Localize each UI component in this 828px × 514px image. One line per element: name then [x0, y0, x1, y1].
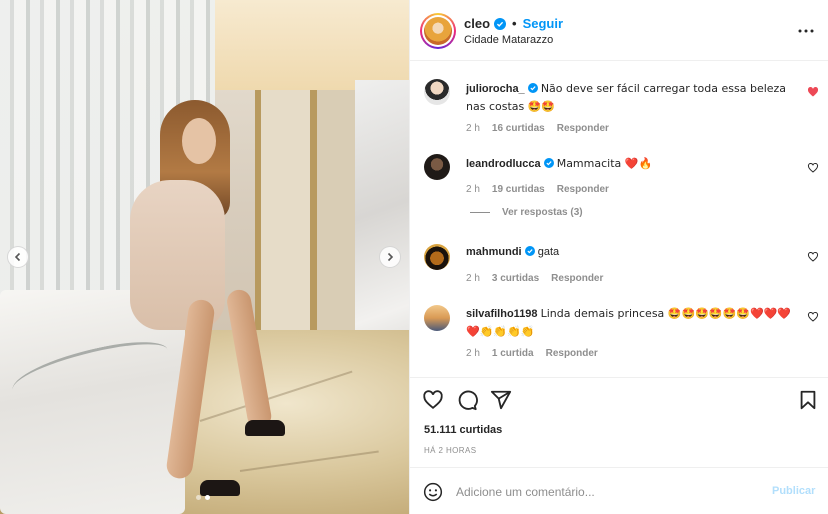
comments-list[interactable]: juliorocha_ Não deve ser fácil carregar … — [410, 62, 828, 377]
save-icon[interactable] — [797, 389, 819, 411]
view-replies-button[interactable]: Ver respostas (3) — [470, 207, 583, 218]
post-timestamp: HÁ 2 HORAS — [424, 446, 477, 455]
carousel-dot — [196, 495, 201, 500]
author-line: cleo • Seguir — [464, 16, 563, 31]
verified-badge-icon — [524, 246, 535, 256]
commenter-avatar[interactable] — [424, 244, 450, 270]
post-photo[interactable] — [0, 0, 409, 514]
comment-meta: 2 h 1 curtida Responder — [466, 348, 598, 359]
comment-text: silvafilho1198 Linda demais princesa 🤩🤩🤩… — [466, 305, 792, 341]
comment-username[interactable]: silvafilho1198 — [466, 308, 538, 320]
comment-age: 2 h — [466, 123, 480, 134]
comment-meta: 2 h 19 curtidas Responder — [466, 184, 609, 195]
comment-body: gata — [537, 246, 560, 258]
heart-icon[interactable] — [807, 86, 819, 98]
emoji-icon[interactable] — [423, 482, 443, 502]
post-actions: 51.111 curtidas HÁ 2 HORAS — [410, 377, 828, 467]
reply-button[interactable]: Responder — [546, 348, 598, 359]
comment-age: 2 h — [466, 348, 480, 359]
heart-icon[interactable] — [422, 389, 444, 411]
author-avatar[interactable] — [420, 13, 456, 49]
heart-icon[interactable] — [807, 251, 819, 263]
comment-icon[interactable] — [456, 389, 478, 411]
publish-button[interactable]: Publicar — [772, 485, 815, 497]
share-icon[interactable] — [490, 389, 512, 411]
likes-count[interactable]: 51.111 curtidas — [424, 424, 502, 436]
verified-badge-icon — [527, 83, 538, 93]
commenter-avatar[interactable] — [424, 305, 450, 331]
carousel-dot-active — [205, 495, 210, 500]
comment-text: juliorocha_ Não deve ser fácil carregar … — [466, 80, 792, 116]
comment-text: mahmundi gata — [466, 244, 792, 261]
comment-age: 2 h — [466, 273, 480, 284]
comment-username[interactable]: juliorocha_ — [466, 83, 525, 95]
carousel-prev-button[interactable] — [7, 246, 29, 268]
comment-likes[interactable]: 16 curtidas — [492, 123, 545, 134]
comment-likes[interactable]: 1 curtida — [492, 348, 534, 359]
commenter-avatar[interactable] — [424, 79, 450, 105]
carousel-dots — [196, 495, 210, 500]
commenter-avatar[interactable] — [424, 154, 450, 180]
verified-badge-icon — [494, 17, 507, 30]
comment-username[interactable]: leandrodlucca — [466, 158, 541, 170]
chevron-right-icon — [387, 252, 394, 262]
more-options-icon[interactable] — [797, 22, 815, 40]
comment-input[interactable] — [456, 482, 756, 502]
author-username[interactable]: cleo — [464, 16, 490, 31]
separator-dot: • — [512, 16, 517, 31]
follow-button[interactable]: Seguir — [523, 16, 563, 31]
heart-icon[interactable] — [807, 311, 819, 323]
comment-meta: 2 h 16 curtidas Responder — [466, 123, 609, 134]
view-replies-label: Ver respostas (3) — [502, 207, 583, 218]
photo-shoe-right — [245, 420, 285, 436]
photo-shoe-left — [200, 480, 240, 496]
verified-badge-icon — [543, 158, 554, 168]
chevron-left-icon — [14, 252, 21, 262]
comment-age: 2 h — [466, 184, 480, 195]
post-side-panel: cleo • Seguir Cidade Matarazzo julioroch… — [409, 0, 828, 514]
comment-text: leandrodlucca Mammacita ❤️🔥 — [466, 155, 792, 173]
reply-button[interactable]: Responder — [551, 273, 603, 284]
comment-likes[interactable]: 3 curtidas — [492, 273, 539, 284]
comment-username[interactable]: mahmundi — [466, 246, 522, 258]
post-location[interactable]: Cidade Matarazzo — [464, 34, 553, 46]
carousel-next-button[interactable] — [379, 246, 401, 268]
reply-button[interactable]: Responder — [557, 184, 609, 195]
reply-button[interactable]: Responder — [557, 123, 609, 134]
photo-face — [182, 118, 216, 164]
post-header: cleo • Seguir Cidade Matarazzo — [410, 0, 828, 61]
replies-divider — [470, 212, 490, 213]
heart-icon[interactable] — [807, 162, 819, 174]
comment-meta: 2 h 3 curtidas Responder — [466, 273, 603, 284]
comment-body: Mammacita ❤️🔥 — [556, 157, 653, 170]
comment-likes[interactable]: 19 curtidas — [492, 184, 545, 195]
comment-composer: Publicar — [410, 467, 828, 514]
